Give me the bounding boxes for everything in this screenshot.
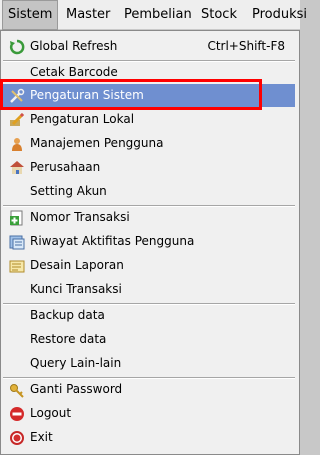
menu-item-label: Pengaturan Lokal — [30, 112, 135, 126]
menu-item-label: Restore data — [30, 332, 107, 346]
report-design-icon — [9, 258, 25, 274]
menu-item-label: Query Lain-lain — [30, 356, 122, 370]
user-icon — [9, 136, 25, 152]
menu-produksi[interactable]: Produksi — [252, 0, 307, 30]
menu-item-label: Backup data — [30, 308, 105, 322]
menu-item-label: Nomor Transaksi — [30, 210, 130, 224]
menu-master-label: Master — [66, 7, 111, 22]
key-icon — [9, 382, 25, 398]
menu-item-backup-data[interactable]: Backup data — [3, 304, 295, 327]
menu-item-label: Ganti Password — [30, 382, 123, 396]
menu-item-manajemen-pengguna[interactable]: Manajemen Pengguna — [3, 132, 295, 155]
menu-pembelian[interactable]: Pembelian — [124, 0, 192, 30]
menu-item-kunci-transaksi[interactable]: Kunci Transaksi — [3, 278, 295, 301]
menu-item-global-refresh[interactable]: Global Refresh Ctrl+Shift-F8 — [3, 35, 295, 58]
menu-item-desain-laporan[interactable]: Desain Laporan — [3, 254, 295, 277]
menu-item-pengaturan-lokal[interactable]: Pengaturan Lokal — [3, 108, 295, 131]
menu-item-label: Desain Laporan — [30, 258, 124, 272]
house-icon — [9, 160, 25, 176]
menu-item-pengaturan-sistem[interactable]: Pengaturan Sistem — [3, 84, 295, 107]
menu-item-label: Perusahaan — [30, 160, 101, 174]
menu-sistem-label: Sistem — [8, 7, 53, 22]
menu-item-nomor-transaksi[interactable]: Nomor Transaksi — [3, 206, 295, 229]
menu-item-label: Kunci Transaksi — [30, 282, 122, 296]
menu-item-label: Cetak Barcode — [30, 65, 118, 79]
menu-pembelian-label: Pembelian — [124, 7, 192, 22]
tools-icon — [9, 88, 25, 104]
menu-sistem[interactable]: Sistem — [2, 0, 59, 30]
exit-icon — [9, 430, 25, 446]
menu-item-restore-data[interactable]: Restore data — [3, 328, 295, 351]
menu-item-query-lain-lain[interactable]: Query Lain-lain — [3, 352, 295, 375]
menu-bar: Sistem Master Pembelian Stock Produksi — [0, 0, 307, 30]
shortcut-label: Ctrl+Shift-F8 — [207, 39, 285, 53]
menu-produksi-label: Produksi — [252, 7, 308, 22]
menu-item-cetak-barcode[interactable]: Cetak Barcode — [3, 61, 295, 84]
menu-item-label: Setting Akun — [30, 184, 107, 198]
history-icon — [9, 234, 25, 250]
menu-item-logout[interactable]: Logout — [3, 402, 295, 425]
menu-item-label: Manajemen Pengguna — [30, 136, 164, 150]
menu-stock-label: Stock — [201, 7, 237, 22]
menu-item-exit[interactable]: Exit — [3, 426, 295, 449]
menu-item-label: Riwayat Aktifitas Pengguna — [30, 234, 195, 248]
menu-item-label: Pengaturan Sistem — [30, 88, 144, 102]
menu-item-riwayat-aktifitas[interactable]: Riwayat Aktifitas Pengguna — [3, 230, 295, 253]
sistem-dropdown-menu: Global Refresh Ctrl+Shift-F8 Cetak Barco… — [0, 30, 300, 455]
logout-icon — [9, 406, 25, 422]
menu-item-label: Exit — [30, 430, 53, 444]
menu-item-setting-akun[interactable]: Setting Akun — [3, 180, 295, 203]
refresh-icon — [9, 39, 25, 55]
menu-item-ganti-password[interactable]: Ganti Password — [3, 378, 295, 401]
menu-item-label: Global Refresh — [30, 39, 118, 53]
menu-item-perusahaan[interactable]: Perusahaan — [3, 156, 295, 179]
pencil-icon — [9, 112, 25, 128]
menu-item-label: Logout — [30, 406, 72, 420]
menu-stock[interactable]: Stock — [201, 0, 237, 30]
menu-master[interactable]: Master — [66, 0, 110, 30]
add-document-icon — [9, 210, 25, 226]
